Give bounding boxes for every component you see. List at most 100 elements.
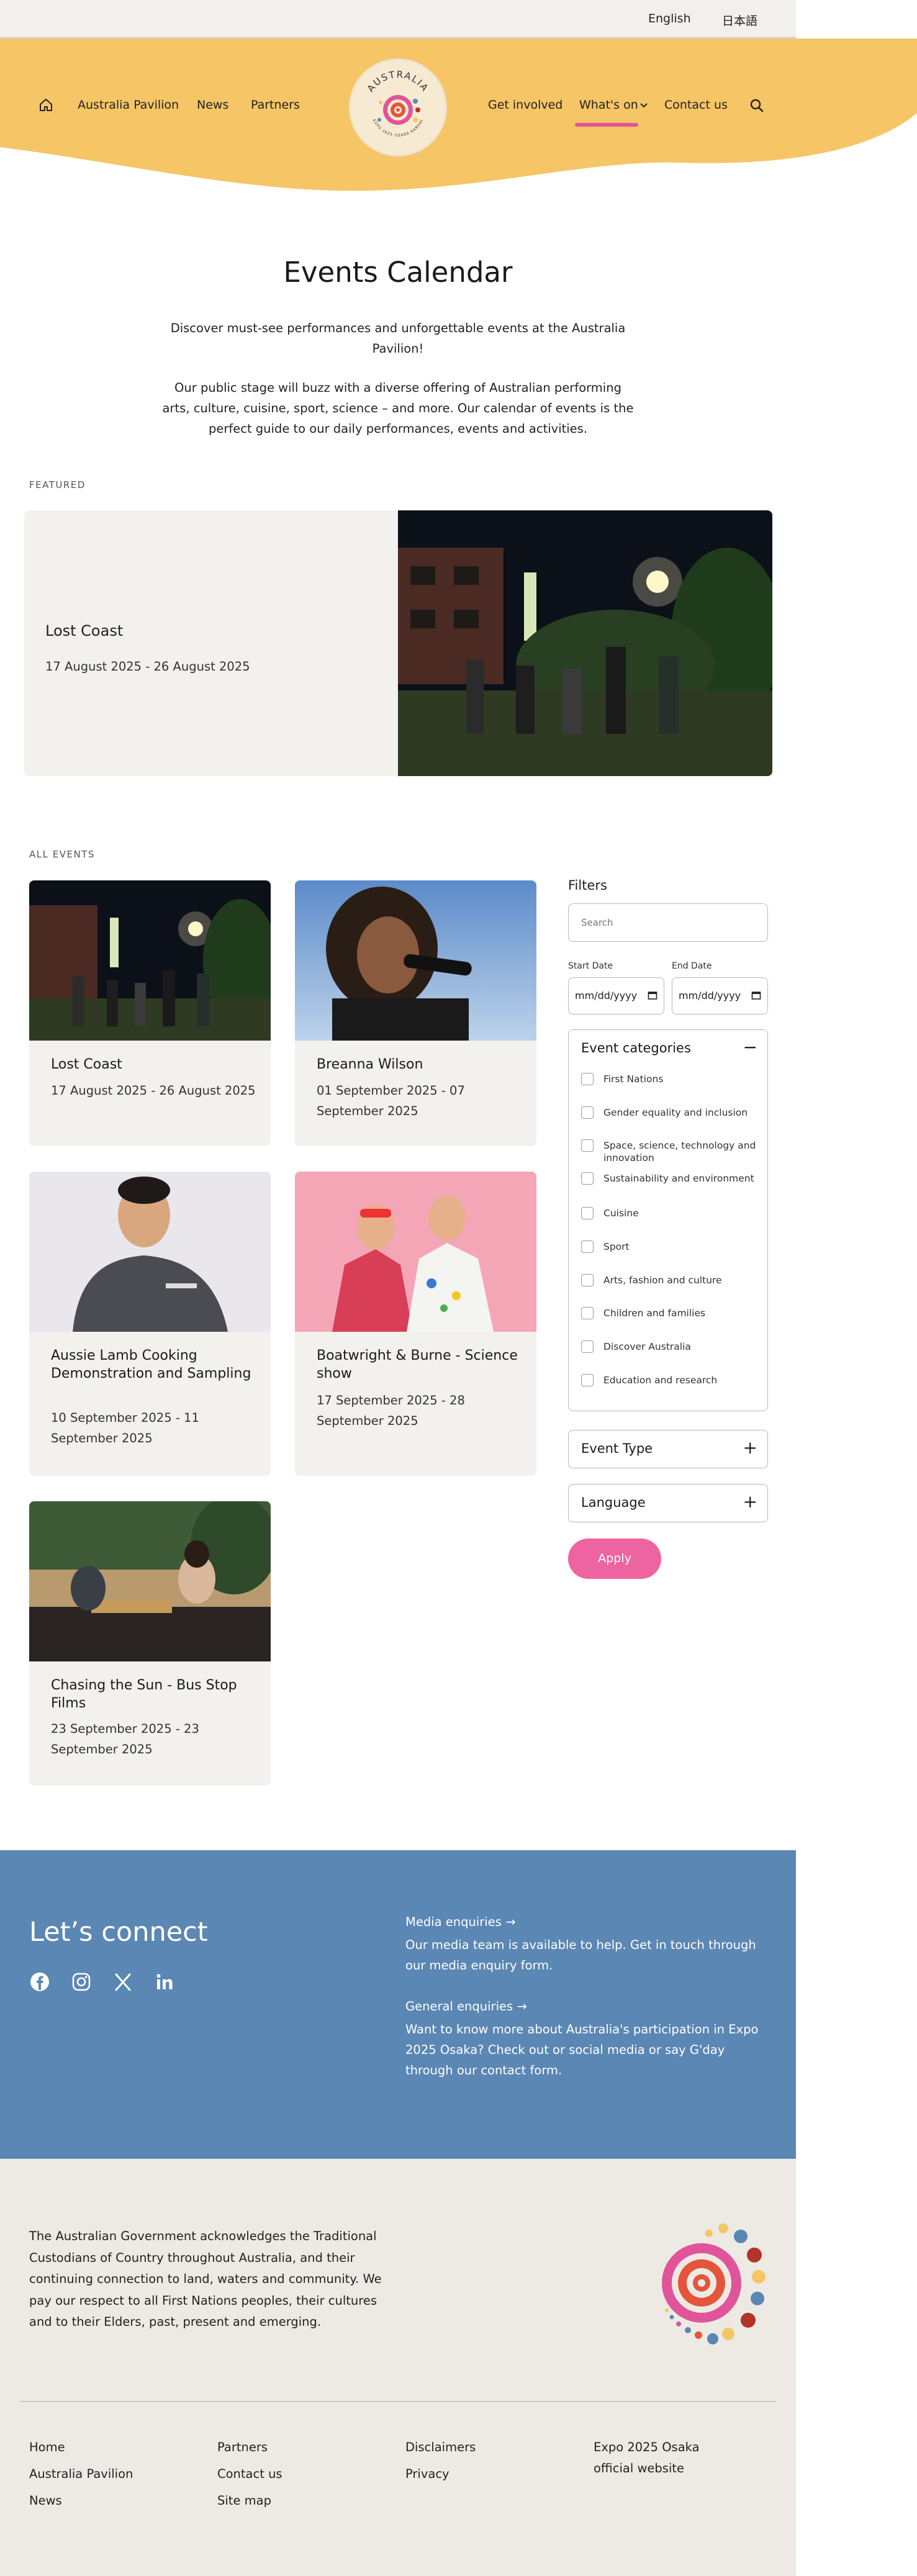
x-twitter-icon[interactable] <box>112 1971 133 1992</box>
nav-australia-pavilion[interactable]: Australia Pavilion <box>78 98 179 112</box>
event-date: 01 September 2025 - 07 September 2025 <box>317 1083 465 1118</box>
event-title: Boatwright & Burne - Science show <box>317 1348 518 1381</box>
checkbox[interactable] <box>581 1307 594 1319</box>
header-wave <box>0 38 917 191</box>
home-icon[interactable] <box>38 97 53 115</box>
active-nav-indicator <box>575 123 638 127</box>
filters-title: Filters <box>568 878 607 893</box>
nav-whats-on[interactable]: What's on <box>579 98 638 112</box>
acknowledgement-of-country: The Australian Government acknowledges t… <box>29 2229 382 2329</box>
category-label: Discover Australia <box>603 1341 691 1352</box>
category-label: Education and research <box>603 1375 718 1386</box>
footer-link-australia-pavilion[interactable]: Australia Pavilion <box>29 2464 133 2485</box>
calendar-icon[interactable] <box>751 990 761 1003</box>
media-enquiries-link[interactable]: Media enquiries → <box>405 1915 515 1929</box>
search-input[interactable] <box>568 903 768 942</box>
facebook-icon[interactable] <box>29 1971 50 1992</box>
arrow-right-icon: → <box>517 1999 527 2013</box>
nav-get-involved[interactable]: Get involved <box>488 98 562 112</box>
intro-paragraph-1: Discover must-see performances and unfor… <box>170 321 626 356</box>
footer-link-site-map[interactable]: Site map <box>217 2490 271 2511</box>
event-title: Lost Coast <box>51 1057 122 1072</box>
checkbox[interactable] <box>581 1241 594 1253</box>
checkbox[interactable] <box>581 1172 594 1185</box>
end-date-label: End Date <box>672 961 712 971</box>
all-events-label: ALL EVENTS <box>29 849 95 860</box>
category-label: Sport <box>603 1241 630 1252</box>
footer-link-expo-website[interactable]: Expo 2025 Osaka official website <box>594 2437 705 2479</box>
checkbox[interactable] <box>581 1340 594 1353</box>
end-date-field[interactable]: mm/dd/yyyy <box>672 977 768 1015</box>
logo-wordmark: AUSTRALIA <box>365 69 430 94</box>
category-label: First Nations <box>603 1073 664 1085</box>
footer-logo-mark[interactable] <box>639 2221 770 2354</box>
site-header: Australia Pavilion News Partners AUSTRAL… <box>0 38 917 194</box>
footer-link-privacy[interactable]: Privacy <box>405 2464 449 2485</box>
checkbox[interactable] <box>581 1207 594 1219</box>
footer-link-home[interactable]: Home <box>29 2437 65 2458</box>
nav-contact-us[interactable]: Contact us <box>664 98 728 112</box>
event-categories-title[interactable]: Event categories <box>581 1041 691 1055</box>
chevron-down-icon[interactable] <box>639 101 648 112</box>
language-english[interactable]: English <box>648 12 691 25</box>
expand-plus-icon[interactable]: + <box>743 1493 757 1511</box>
event-card[interactable]: Chasing the Sun - Bus Stop Films 23 Sept… <box>29 1501 271 1786</box>
event-card[interactable]: Aussie Lamb Cooking Demonstration and Sa… <box>29 1172 271 1476</box>
category-label: Sustainability and environment <box>603 1173 754 1184</box>
language-title[interactable]: Language <box>581 1495 646 1510</box>
calendar-icon[interactable] <box>648 990 657 1003</box>
svg-text:AUSTRALIA: AUSTRALIA <box>365 69 431 94</box>
footer-link-contact-us[interactable]: Contact us <box>217 2464 282 2485</box>
category-label: Children and families <box>603 1308 706 1319</box>
category-label: Gender equality and inclusion <box>603 1107 748 1118</box>
australia-pavilion-logo[interactable]: AUSTRALIA EXPO 2025 OSAKA KANSAI <box>351 60 445 155</box>
event-image <box>295 1172 536 1332</box>
event-image <box>295 880 536 1041</box>
language-japanese[interactable]: 日本語 <box>722 12 757 29</box>
category-label: Arts, fashion and culture <box>603 1275 722 1286</box>
arrow-right-icon: → <box>505 1915 516 1929</box>
event-categories-accordion: Event categories − First Nations Gender … <box>568 1029 768 1411</box>
event-card[interactable]: Lost Coast 17 August 2025 - 26 August 20… <box>29 880 271 1146</box>
instagram-icon[interactable] <box>71 1971 92 1992</box>
footer-divider <box>20 2401 776 2402</box>
start-date-value: mm/dd/yyyy <box>575 990 638 1001</box>
checkbox[interactable] <box>581 1374 594 1386</box>
checkbox[interactable] <box>581 1139 594 1152</box>
connect-title: Let’s connect <box>29 1917 208 1948</box>
search-icon[interactable] <box>749 98 764 115</box>
featured-event-card[interactable]: Lost Coast 17 August 2025 - 26 August 20… <box>24 510 772 776</box>
nav-news[interactable]: News <box>197 98 228 112</box>
checkbox[interactable] <box>581 1073 594 1085</box>
footer-link-news[interactable]: News <box>29 2490 62 2511</box>
language-bar: English 日本語 <box>0 0 796 38</box>
event-date: 10 September 2025 - 11 September 2025 <box>51 1411 199 1445</box>
checkbox[interactable] <box>581 1274 594 1286</box>
collapse-minus-icon[interactable]: − <box>743 1039 757 1056</box>
footer-link-disclaimers[interactable]: Disclaimers <box>405 2437 476 2458</box>
page-title: Events Calendar <box>283 256 513 289</box>
intro-paragraph-2: Our public stage will buzz with a divers… <box>162 381 634 436</box>
event-card[interactable]: Boatwright & Burne - Science show 17 Sep… <box>295 1172 536 1476</box>
event-type-title[interactable]: Event Type <box>581 1441 653 1456</box>
general-enquiries-text: Want to know more about Australia's part… <box>405 2022 759 2077</box>
event-image <box>29 1172 271 1332</box>
event-type-accordion[interactable]: Event Type + <box>568 1430 768 1468</box>
event-title: Aussie Lamb Cooking Demonstration and Sa… <box>51 1348 251 1381</box>
category-label: Cuisine <box>603 1208 639 1219</box>
media-enquiries-text: Our media team is available to help. Get… <box>405 1938 756 1973</box>
start-date-field[interactable]: mm/dd/yyyy <box>568 977 664 1015</box>
category-label: Space, science, technology and innovatio… <box>603 1140 756 1164</box>
expand-plus-icon[interactable]: + <box>743 1439 757 1457</box>
apply-button[interactable]: Apply <box>568 1539 661 1579</box>
language-accordion[interactable]: Language + <box>568 1484 768 1522</box>
event-card[interactable]: Breanna Wilson 01 September 2025 - 07 Se… <box>295 880 536 1146</box>
event-title: Breanna Wilson <box>317 1057 423 1072</box>
connect-section: Let’s connect Media enquiries → Our medi… <box>0 1850 796 2159</box>
checkbox[interactable] <box>581 1106 594 1119</box>
general-enquiries-link[interactable]: General enquiries → <box>405 1999 527 2013</box>
footer-link-partners[interactable]: Partners <box>217 2437 268 2458</box>
nav-partners[interactable]: Partners <box>251 98 300 112</box>
linkedin-icon[interactable] <box>154 1971 175 1992</box>
start-date-label: Start Date <box>568 961 613 971</box>
